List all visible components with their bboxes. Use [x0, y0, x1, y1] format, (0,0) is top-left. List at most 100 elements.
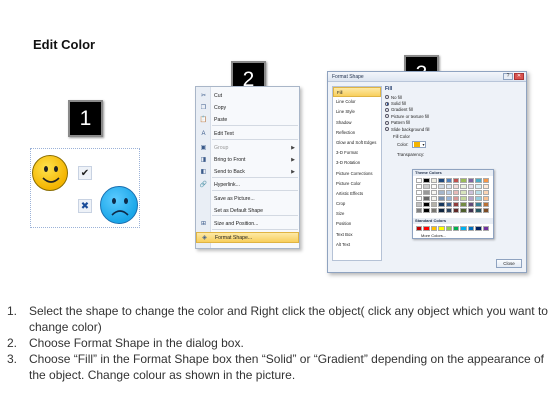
category-item[interactable]: Position: [333, 219, 381, 229]
fill-option[interactable]: Slide background fill: [385, 126, 525, 132]
color-swatch[interactable]: [467, 208, 475, 213]
color-swatch[interactable]: [416, 202, 423, 207]
close-button[interactable]: Close: [496, 259, 522, 268]
color-swatch[interactable]: [430, 202, 438, 207]
color-swatch[interactable]: [460, 190, 467, 195]
color-swatch[interactable]: [438, 184, 445, 189]
color-swatch[interactable]: [467, 226, 475, 231]
context-menu-item[interactable]: ⊞ Size and Position...: [196, 218, 299, 229]
category-item[interactable]: 3-D Format: [333, 148, 381, 158]
radio-button[interactable]: [385, 127, 389, 132]
color-swatch[interactable]: [438, 202, 445, 207]
color-swatch[interactable]: [460, 184, 467, 189]
category-item[interactable]: 3-D Rotation: [333, 158, 381, 168]
category-item[interactable]: Line Style: [333, 107, 381, 117]
color-swatch[interactable]: [482, 208, 489, 213]
close-window-button[interactable]: ✕: [514, 73, 524, 80]
color-swatch[interactable]: [475, 190, 482, 195]
color-swatch[interactable]: [460, 202, 467, 207]
smiley-face-shape[interactable]: [32, 155, 68, 191]
color-swatch[interactable]: [467, 196, 475, 201]
color-swatch[interactable]: [423, 202, 430, 207]
category-item[interactable]: Text Box: [333, 230, 381, 240]
color-swatch[interactable]: [423, 208, 430, 213]
color-swatch[interactable]: [438, 208, 445, 213]
color-swatch[interactable]: [416, 196, 423, 201]
color-swatch[interactable]: [475, 208, 482, 213]
color-swatch[interactable]: [475, 226, 482, 231]
category-item[interactable]: Glow and Soft Edges: [333, 138, 381, 148]
color-swatch[interactable]: [445, 196, 452, 201]
color-swatch[interactable]: [445, 202, 452, 207]
color-swatch[interactable]: [467, 178, 475, 183]
color-swatch[interactable]: [467, 184, 475, 189]
color-swatch[interactable]: [445, 184, 452, 189]
context-menu-item[interactable]: ◧ Send to Back ▶: [196, 166, 299, 177]
category-item[interactable]: Alt Text: [333, 240, 381, 250]
category-item[interactable]: Artistic Effects: [333, 189, 381, 199]
help-button[interactable]: ?: [503, 73, 513, 80]
sad-face-shape[interactable]: [100, 186, 138, 224]
color-swatch[interactable]: [482, 196, 489, 201]
color-swatch[interactable]: [460, 178, 467, 183]
category-item[interactable]: Reflection: [333, 128, 381, 138]
context-menu-item[interactable]: 📋 Paste: [196, 114, 299, 125]
color-swatch[interactable]: [452, 190, 460, 195]
color-swatch[interactable]: [430, 190, 438, 195]
category-item[interactable]: Picture Corrections: [333, 169, 381, 179]
color-swatch[interactable]: [423, 196, 430, 201]
color-swatch[interactable]: [460, 196, 467, 201]
context-menu-item[interactable]: A Edit Text: [196, 128, 299, 139]
color-swatch[interactable]: [482, 178, 489, 183]
color-swatch[interactable]: [430, 208, 438, 213]
category-item[interactable]: Shadow: [333, 118, 381, 128]
category-item[interactable]: Fill: [333, 87, 381, 98]
color-swatch[interactable]: [475, 196, 482, 201]
color-swatch[interactable]: [438, 226, 445, 231]
context-menu-item[interactable]: 🔗 Hyperlink...: [196, 179, 299, 190]
color-swatch[interactable]: [467, 202, 475, 207]
color-swatch[interactable]: [416, 190, 423, 195]
color-swatch[interactable]: [423, 226, 430, 231]
color-swatch[interactable]: [445, 190, 452, 195]
color-swatch[interactable]: [430, 226, 438, 231]
color-swatch[interactable]: [475, 184, 482, 189]
radio-button[interactable]: [385, 107, 389, 112]
color-swatch[interactable]: [416, 208, 423, 213]
context-menu-item[interactable]: ❐ Copy: [196, 102, 299, 113]
close-icon[interactable]: ✖: [78, 199, 92, 213]
color-swatch[interactable]: [482, 184, 489, 189]
color-swatch[interactable]: [452, 184, 460, 189]
category-item[interactable]: Crop: [333, 199, 381, 209]
color-swatch[interactable]: [430, 196, 438, 201]
context-menu-item[interactable]: ✂ Cut: [196, 90, 299, 101]
color-swatch[interactable]: [460, 226, 467, 231]
color-swatch[interactable]: [423, 190, 430, 195]
color-swatch[interactable]: [416, 184, 423, 189]
color-swatch[interactable]: [445, 226, 452, 231]
radio-button[interactable]: [385, 101, 389, 106]
color-swatch[interactable]: [438, 190, 445, 195]
color-swatch[interactable]: [482, 190, 489, 195]
color-swatch[interactable]: [452, 226, 460, 231]
color-swatch[interactable]: [423, 184, 430, 189]
color-swatch[interactable]: [416, 178, 423, 183]
color-swatch[interactable]: [482, 202, 489, 207]
color-swatch[interactable]: [423, 178, 430, 183]
context-menu-item[interactable]: ◈ Format Shape...: [196, 232, 299, 243]
context-menu-item[interactable]: ◨ Bring to Front ▶: [196, 154, 299, 165]
category-item[interactable]: Size: [333, 209, 381, 219]
color-swatch[interactable]: [416, 226, 423, 231]
color-swatch[interactable]: [467, 190, 475, 195]
color-picker-button[interactable]: ▾: [412, 141, 427, 149]
color-swatch[interactable]: [445, 178, 452, 183]
color-swatch[interactable]: [430, 178, 438, 183]
context-menu-item[interactable]: Save as Picture...: [196, 193, 299, 204]
color-swatch[interactable]: [430, 184, 438, 189]
color-swatch[interactable]: [445, 208, 452, 213]
color-swatch[interactable]: [460, 208, 467, 213]
color-swatch[interactable]: [475, 202, 482, 207]
color-swatch[interactable]: [475, 178, 482, 183]
radio-button[interactable]: [385, 120, 389, 125]
checkmark-icon[interactable]: ✔: [78, 166, 92, 180]
